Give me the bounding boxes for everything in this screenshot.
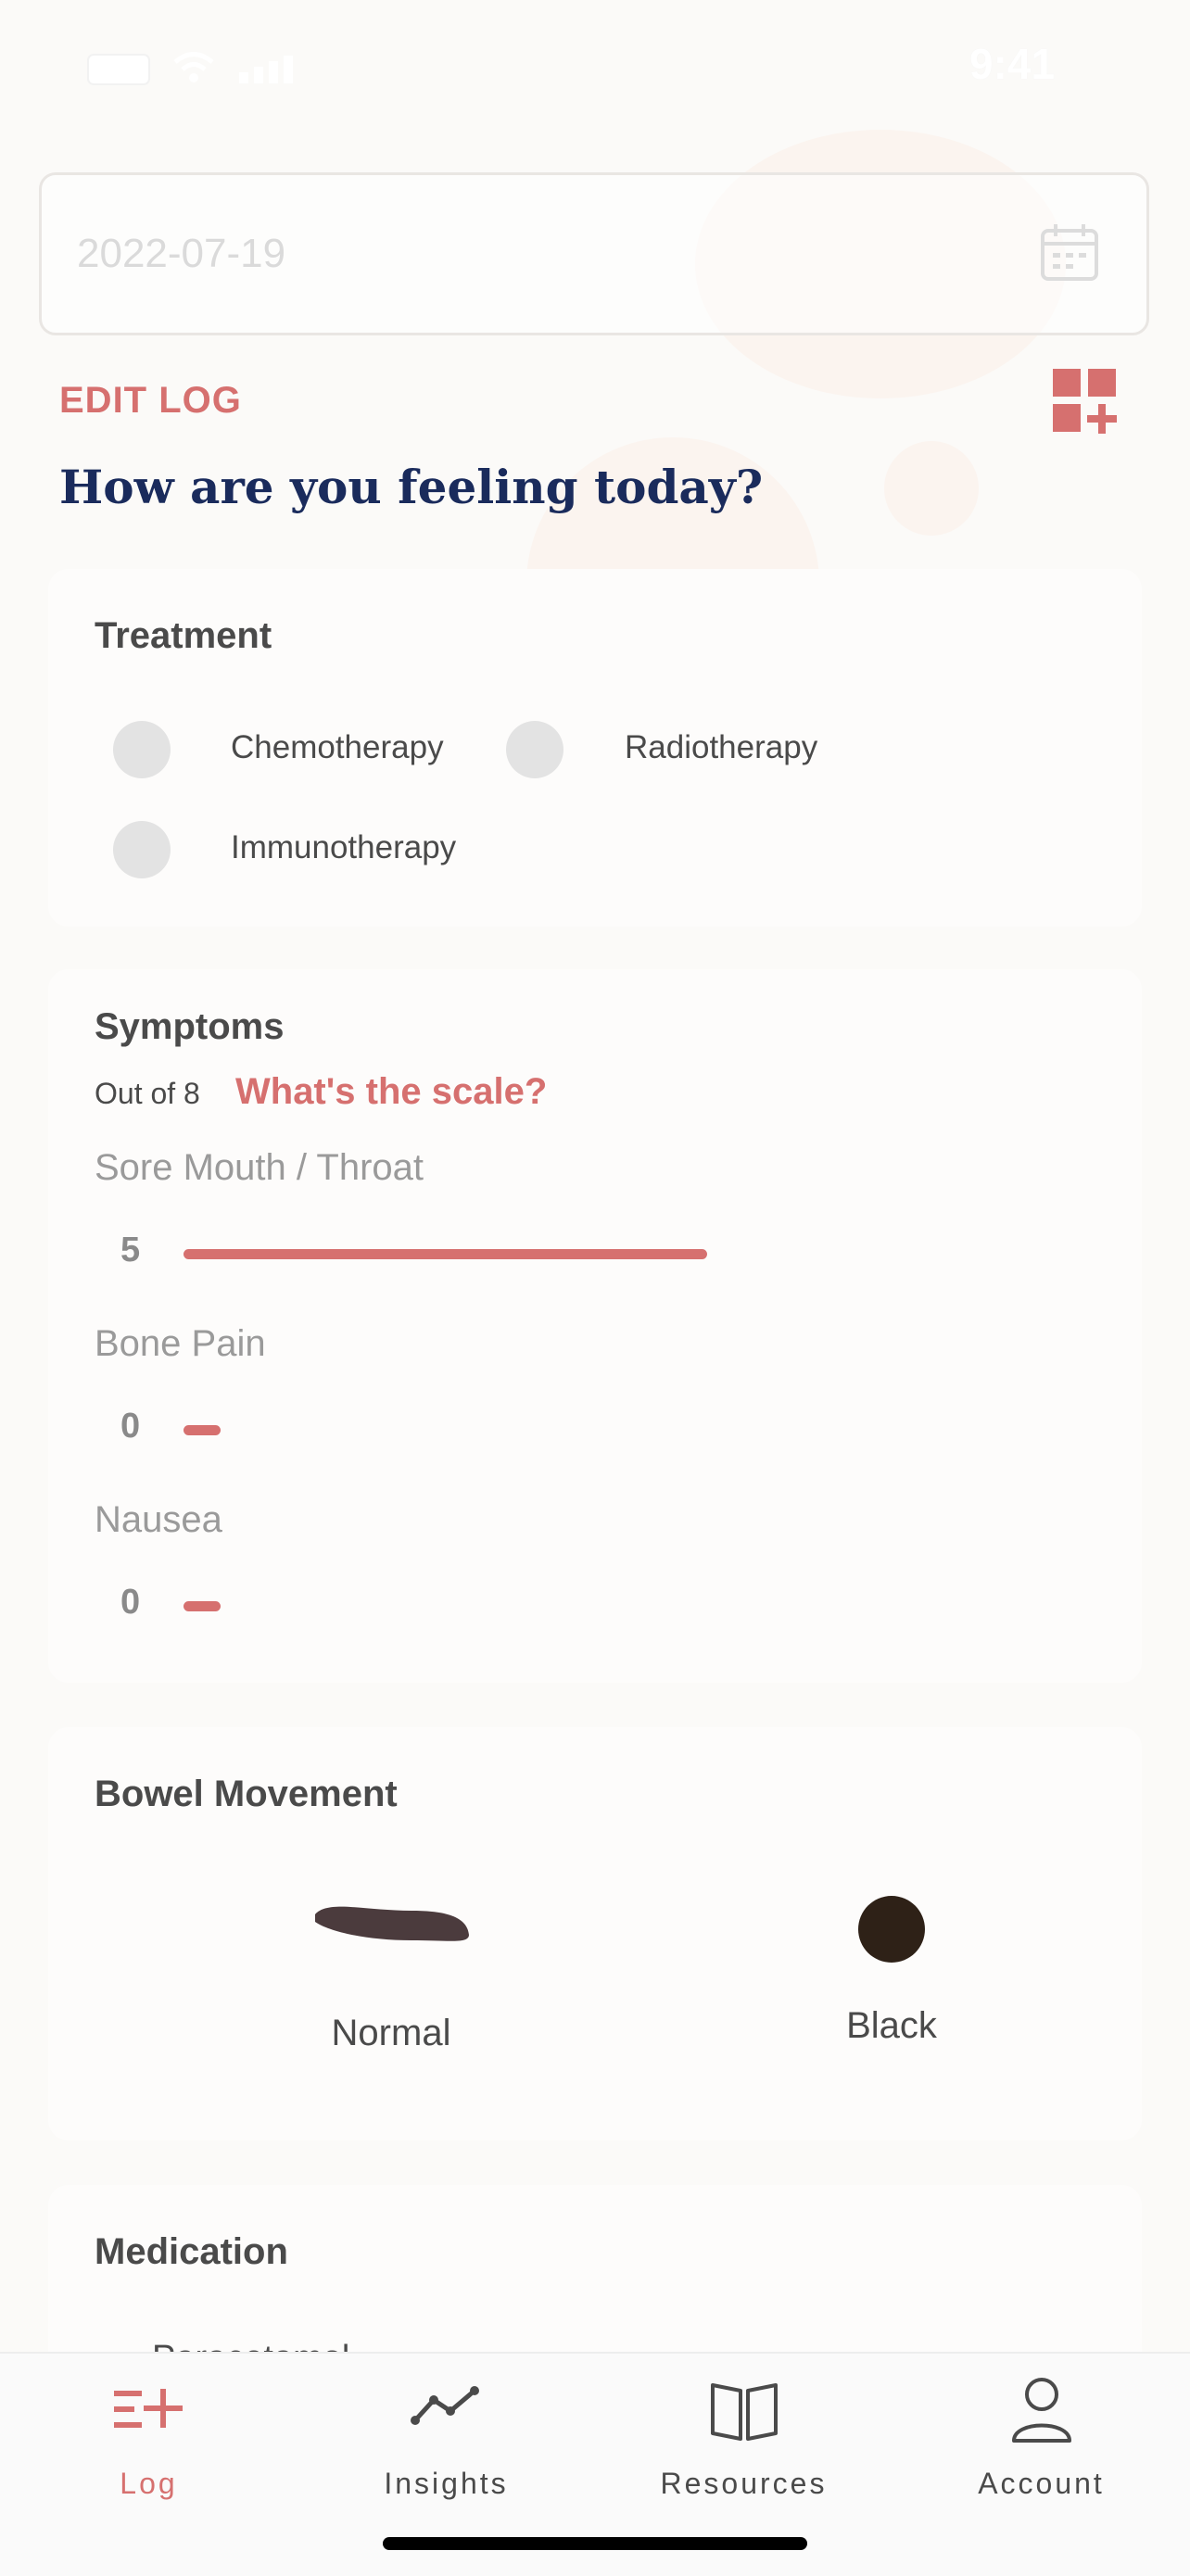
page-question: How are you feeling today? xyxy=(59,460,764,514)
signal-icon xyxy=(239,56,293,83)
symptom-value: 5 xyxy=(120,1231,141,1269)
scale-info-link[interactable]: What's the scale? xyxy=(235,1071,547,1113)
person-icon xyxy=(1011,2378,1071,2443)
decorative-circle xyxy=(884,441,979,536)
date-value: 2022-07-19 xyxy=(77,231,286,276)
nav-item-insights[interactable]: Insights xyxy=(298,2354,595,2502)
treatment-card: Treatment Chemotherapy Radiotherapy Immu… xyxy=(48,569,1142,927)
calendar-icon[interactable] xyxy=(1039,221,1100,283)
symptoms-title: Symptoms xyxy=(95,1006,285,1047)
symptom-slider[interactable] xyxy=(184,1601,221,1611)
edit-log-label: EDIT LOG xyxy=(59,380,242,421)
status-bar: 9:41 xyxy=(0,0,1190,139)
symptom-slider[interactable] xyxy=(184,1425,221,1435)
stool-normal-icon xyxy=(315,1906,469,1941)
nav-item-log[interactable]: Log xyxy=(0,2354,298,2502)
date-field[interactable]: 2022-07-19 xyxy=(39,172,1149,335)
book-icon xyxy=(710,2383,778,2441)
symptom-value: 0 xyxy=(120,1583,141,1622)
nav-item-resources[interactable]: Resources xyxy=(595,2354,892,2502)
nav-label-insights: Insights xyxy=(384,2467,509,2500)
radio-label-immunotherapy: Immunotherapy xyxy=(231,829,457,865)
log-add-icon xyxy=(113,2389,183,2428)
bowel-movement-card: Bowel Movement Normal Black xyxy=(48,1727,1142,2140)
nav-label-resources: Resources xyxy=(660,2467,828,2500)
home-indicator xyxy=(383,2537,807,2550)
status-time: 9:41 xyxy=(969,40,1056,88)
stool-option-normal[interactable]: Normal xyxy=(234,1894,549,2061)
symptoms-card: Symptoms Out of 8 What's the scale? Sore… xyxy=(48,969,1142,1683)
radio-immunotherapy[interactable] xyxy=(113,821,171,878)
wifi-icon xyxy=(173,52,214,82)
insights-line-icon xyxy=(410,2386,479,2425)
scale-prefix: Out of 8 xyxy=(95,1077,200,1110)
symptom-value: 0 xyxy=(120,1407,141,1446)
stool-option-black[interactable]: Black xyxy=(734,1894,1049,2061)
symptom-name: Sore Mouth / Throat xyxy=(95,1147,424,1188)
treatment-title: Treatment xyxy=(95,615,272,656)
radio-label-radiotherapy: Radiotherapy xyxy=(625,729,818,765)
medication-title: Medication xyxy=(95,2231,288,2272)
radio-radiotherapy[interactable] xyxy=(506,721,563,778)
nav-item-account[interactable]: Account xyxy=(892,2354,1190,2502)
nav-label-account: Account xyxy=(978,2467,1105,2500)
nav-label-log: Log xyxy=(120,2467,178,2500)
battery-icon xyxy=(87,54,150,85)
radio-chemotherapy[interactable] xyxy=(113,721,171,778)
stool-label-normal: Normal xyxy=(331,2013,451,2053)
stool-label-black: Black xyxy=(846,2005,937,2046)
radio-label-chemotherapy: Chemotherapy xyxy=(231,729,444,765)
symptom-name: Nausea xyxy=(95,1499,222,1540)
symptom-name: Bone Pain xyxy=(95,1323,266,1364)
stool-black-icon xyxy=(858,1896,925,1963)
symptom-slider[interactable] xyxy=(184,1249,707,1259)
bowel-title: Bowel Movement xyxy=(95,1774,398,1814)
grid-add-icon[interactable] xyxy=(1053,369,1118,434)
